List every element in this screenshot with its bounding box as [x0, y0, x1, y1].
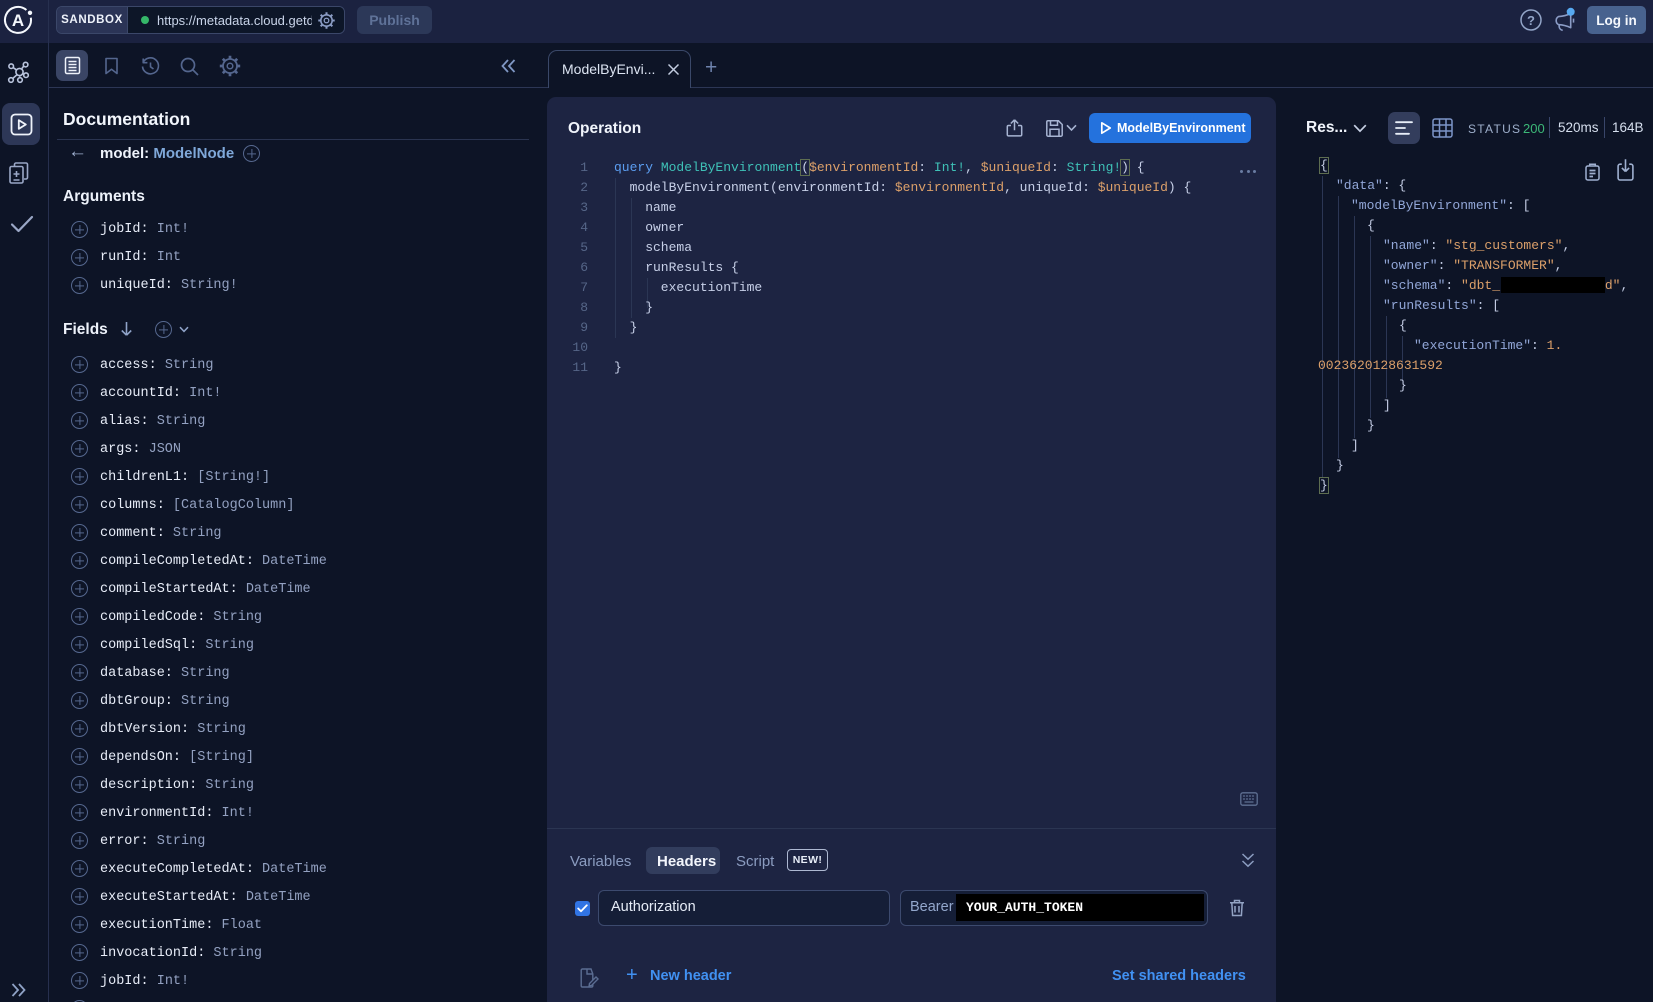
svg-text:A: A: [12, 11, 24, 30]
